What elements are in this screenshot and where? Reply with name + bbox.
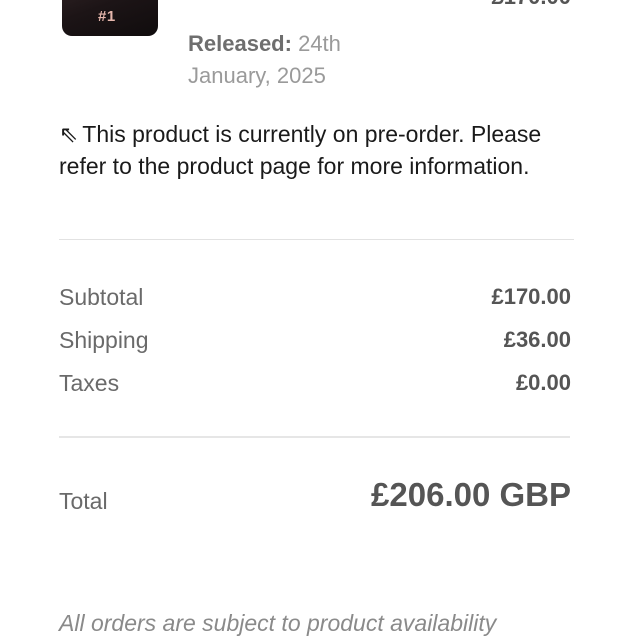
preorder-notice: ⇖ This product is currently on pre-order.… (59, 118, 569, 182)
taxes-row: Taxes £0.00 (59, 370, 571, 402)
shipping-value: £36.00 (503, 327, 571, 352)
subtotal-value: £170.00 (491, 284, 571, 309)
availability-disclaimer: All orders are subject to product availa… (59, 610, 497, 636)
taxes-value: £0.00 (515, 370, 571, 395)
product-thumbnail[interactable]: #1 (62, 0, 158, 36)
shipping-label: Shipping (59, 327, 149, 353)
shipping-row: Shipping £36.00 (59, 327, 571, 359)
total-value: £206.00 GBP (371, 476, 571, 513)
total-label: Total (59, 488, 108, 514)
divider (59, 436, 570, 438)
total-row: Total £206.00 GBP (59, 476, 571, 520)
release-label: Released: (188, 31, 292, 56)
subtotal-label: Subtotal (59, 284, 144, 310)
arrow-up-left-icon: ⇖ (59, 121, 79, 147)
taxes-label: Taxes (59, 370, 120, 396)
subtotal-row: Subtotal £170.00 (59, 284, 571, 316)
preorder-notice-text: This product is currently on pre-order. … (59, 121, 542, 179)
rank-badge: #1 (98, 8, 116, 25)
divider (59, 239, 574, 240)
release-info: Released: 24th January, 2025 (188, 28, 408, 92)
line-item-price: £170.00 (491, 0, 571, 10)
